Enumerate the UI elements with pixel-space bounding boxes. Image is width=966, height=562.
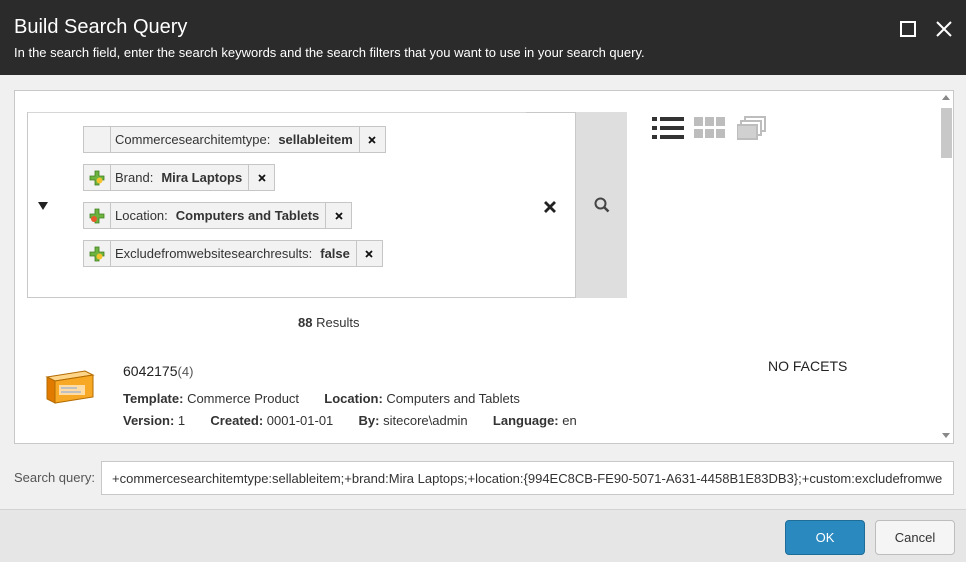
search-query-label: Search query: — [14, 470, 95, 485]
filter-value: false — [320, 246, 350, 261]
results-count: 88 Results — [298, 315, 359, 330]
grid-view-icon[interactable] — [694, 116, 726, 145]
expand-toggle[interactable] — [36, 199, 50, 213]
remove-filter-button[interactable] — [248, 165, 274, 190]
item-name[interactable]: 6042175 — [123, 363, 178, 379]
results-number: 88 — [298, 315, 313, 330]
results-label: Results — [316, 315, 360, 330]
maximize-icon — [900, 21, 916, 37]
item-meta-row: Version: 1 Created: 0001-01-01 By: sitec… — [123, 413, 577, 428]
location-value: Computers and Tablets — [386, 391, 520, 406]
maximize-button[interactable] — [893, 14, 923, 44]
plus-icon — [84, 203, 111, 228]
query-builder-box: Commercesearchitemtype: sellableitem Bra… — [27, 112, 627, 298]
cancel-button[interactable]: Cancel — [875, 520, 955, 555]
filter-value: Computers and Tablets — [175, 208, 320, 223]
language-label: Language: — [492, 413, 559, 428]
no-facets-label: NO FACETS — [768, 358, 848, 374]
version-value: 1 — [177, 413, 186, 428]
created-value: 0001-01-01 — [266, 413, 334, 428]
remove-filter-button[interactable] — [355, 241, 382, 266]
tile-view-icon[interactable] — [736, 116, 767, 145]
created-label: Created: — [210, 413, 264, 428]
filter-value: Mira Laptops — [161, 170, 243, 185]
clear-query-button[interactable] — [540, 197, 560, 217]
template-label: Template: — [123, 391, 184, 406]
filter-token[interactable]: Excludefromwebsitesearchresults: false — [83, 240, 383, 267]
search-icon — [594, 197, 609, 213]
scroll-thumb[interactable] — [941, 108, 952, 158]
by-value: sitecore\admin — [383, 413, 468, 428]
token-icon-slot — [84, 127, 111, 152]
close-icon — [368, 135, 376, 144]
remove-filter-button[interactable] — [358, 127, 385, 152]
clear-icon — [544, 201, 556, 213]
plus-icon — [84, 241, 111, 266]
item-meta-row: Template: Commerce Product Location: Com… — [123, 391, 520, 406]
version-label: Version: — [123, 413, 175, 428]
filter-token[interactable]: Brand: Mira Laptops — [83, 164, 276, 191]
by-label: By: — [358, 413, 380, 428]
commerce-product-icon[interactable] — [45, 367, 95, 410]
language-value: en — [562, 413, 577, 428]
dialog-subtitle: In the search field, enter the search ke… — [14, 45, 645, 60]
dialog-footer: OK Cancel — [0, 509, 966, 562]
ok-button[interactable]: OK — [785, 520, 865, 555]
triangle-down-icon — [38, 202, 48, 210]
filter-name: Excludefromwebsitesearchresults: — [115, 246, 313, 261]
filter-name: Brand: — [115, 170, 154, 185]
vertical-scrollbar[interactable] — [939, 91, 953, 443]
plus-icon — [84, 165, 111, 190]
list-view-icon[interactable] — [652, 116, 684, 145]
close-icon — [365, 249, 374, 258]
location-label: Location: — [324, 391, 383, 406]
search-button[interactable] — [575, 112, 627, 298]
search-content-panel: Commercesearchitemtype: sellableitem Bra… — [14, 90, 954, 444]
dialog-title: Build Search Query — [14, 16, 188, 38]
filter-name: Commercesearchitemtype: — [115, 132, 271, 147]
close-button[interactable] — [929, 14, 959, 44]
scroll-up-icon[interactable] — [942, 95, 950, 100]
result-item-title[interactable]: 6042175(4) — [123, 363, 193, 379]
close-icon — [335, 211, 343, 220]
template-value: Commerce Product — [187, 391, 300, 406]
scroll-down-icon[interactable] — [942, 433, 950, 438]
close-icon — [936, 21, 952, 37]
filter-token[interactable]: Commercesearchitemtype: sellableitem — [83, 126, 386, 153]
remove-filter-button[interactable] — [325, 203, 351, 228]
filter-value: sellableitem — [278, 132, 353, 147]
close-icon — [258, 173, 266, 182]
item-version-count: (4) — [177, 364, 194, 379]
filter-token[interactable]: Location: Computers and Tablets — [83, 202, 353, 229]
search-query-input[interactable] — [101, 461, 954, 495]
query-box-top-line — [28, 112, 526, 113]
dialog-titlebar: Build Search Query In the search field, … — [0, 0, 966, 75]
filter-name: Location: — [115, 208, 168, 223]
